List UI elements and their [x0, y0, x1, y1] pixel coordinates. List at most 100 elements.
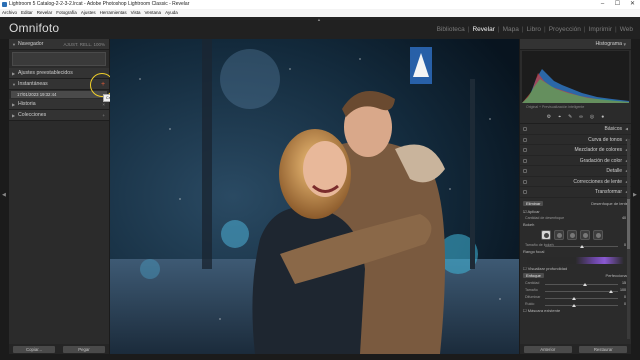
- section-label: Mezclador de colores: [574, 147, 622, 153]
- module-web[interactable]: Web: [617, 26, 636, 33]
- slider-value[interactable]: 0: [624, 294, 626, 301]
- slider-knob[interactable]: [572, 296, 577, 300]
- panel-switch-icon[interactable]: [523, 169, 527, 173]
- history-header[interactable]: ▶ Historia ×: [9, 99, 109, 110]
- histogram-graph[interactable]: [522, 51, 629, 103]
- slider-row[interactable]: Cantidad 15: [523, 280, 628, 287]
- minimize-button[interactable]: –: [595, 0, 610, 9]
- mask-checkbox-icon[interactable]: ☐: [523, 308, 527, 313]
- paste-button[interactable]: Pegar: [63, 345, 105, 353]
- slider-row[interactable]: Tamaño de bokeh 0: [523, 242, 628, 249]
- module-revelar[interactable]: Revelar: [469, 26, 497, 33]
- add-collection-icon[interactable]: +: [102, 110, 105, 121]
- section-detalle[interactable]: Detalle◀: [520, 166, 631, 177]
- bokeh-chip[interactable]: [554, 229, 564, 240]
- close-button[interactable]: ✕: [625, 0, 640, 9]
- section-label: Detalle: [606, 168, 622, 174]
- slider-knob[interactable]: [579, 244, 584, 248]
- snapshots-label: Instantáneas: [18, 81, 48, 87]
- panel-switch-icon[interactable]: [523, 190, 527, 194]
- mask-row: ☐ Máscara existente: [523, 308, 628, 314]
- left-panel-toggle-icon[interactable]: ◀: [2, 192, 6, 198]
- zoom-options[interactable]: AJUST. RELL. 100%: [63, 39, 105, 50]
- bokeh-chip[interactable]: [541, 229, 551, 240]
- reset-button[interactable]: Restaurar: [579, 345, 628, 353]
- section-transformar[interactable]: Transformar◀: [520, 187, 631, 198]
- menu-ayuda[interactable]: Ayuda: [165, 9, 178, 17]
- menu-vista[interactable]: Vista: [131, 9, 141, 17]
- slider-value[interactable]: 100: [620, 287, 626, 294]
- maximize-button[interactable]: ☐: [610, 0, 625, 9]
- slider-track[interactable]: [545, 284, 618, 285]
- section-correcciones-de-lente[interactable]: Correcciones de lente◀: [520, 177, 631, 187]
- slider-row[interactable]: Difuminar 0: [523, 294, 628, 301]
- module-imprimir[interactable]: Imprimir: [586, 26, 615, 33]
- menu-revelar[interactable]: Revelar: [37, 9, 53, 17]
- menu-editar[interactable]: Editar: [21, 9, 33, 17]
- section-gradacion-de-color[interactable]: Gradación de color◀: [520, 156, 631, 166]
- panel-switch-icon[interactable]: [523, 127, 527, 131]
- slider-knob[interactable]: [572, 303, 577, 307]
- right-panel-toggle-icon[interactable]: ▶: [633, 192, 637, 198]
- menu-ventana[interactable]: Ventana: [145, 9, 162, 17]
- previous-button[interactable]: Anterior: [523, 345, 572, 353]
- amount-slider-row[interactable]: Cantidad de desenfoque 40: [523, 215, 628, 222]
- slider-knob[interactable]: [583, 282, 588, 286]
- module-proyeccion[interactable]: Proyección: [546, 26, 584, 33]
- section-basicos[interactable]: Básicos ◀: [520, 124, 631, 135]
- menu-herramientas[interactable]: Herramientas: [100, 9, 127, 17]
- menu-fotografia[interactable]: Fotografía: [56, 9, 77, 17]
- slider-row[interactable]: Tamaño 100: [523, 287, 628, 294]
- histogram-header[interactable]: Histograma ▼: [520, 39, 631, 50]
- panel-switch-icon[interactable]: [523, 158, 527, 163]
- amount-value[interactable]: 40: [622, 215, 626, 222]
- section-mezclador-de-colores[interactable]: Mezclador de colores◀: [520, 145, 631, 156]
- module-mapa[interactable]: Mapa: [500, 26, 522, 33]
- focus-button[interactable]: Enfoque: [523, 273, 544, 278]
- tab-eliminar[interactable]: Eliminar: [523, 201, 544, 206]
- masking-icon[interactable]: ◎: [590, 114, 594, 120]
- bokeh-chip[interactable]: [593, 229, 603, 240]
- panel-switch-icon[interactable]: [523, 148, 527, 152]
- red-eye-icon[interactable]: ∞: [579, 114, 583, 120]
- slider-track[interactable]: [545, 291, 618, 292]
- bokeh-chip[interactable]: [580, 229, 590, 240]
- top-panel-toggle-icon[interactable]: ▲: [317, 17, 321, 22]
- scrollbar-thumb[interactable]: [627, 199, 630, 249]
- couple-photo: [110, 39, 519, 354]
- right-panel-scrollbar[interactable]: [627, 139, 630, 339]
- slider-value[interactable]: 0: [624, 242, 626, 249]
- section-curva-de-tonos[interactable]: Curva de tonos◀: [520, 135, 631, 145]
- visualize-checkbox-icon[interactable]: ☐: [523, 266, 527, 271]
- bokeh-chip[interactable]: [567, 229, 577, 240]
- focal-range-bar[interactable]: [527, 256, 624, 264]
- slider-row[interactable]: Ruido 0: [523, 301, 628, 308]
- slider-value[interactable]: 15: [622, 280, 626, 287]
- collections-label: Colecciones: [18, 112, 47, 118]
- history-label: Historia: [18, 101, 36, 107]
- slider-value[interactable]: 0: [624, 301, 626, 308]
- lens-blur-header: Eliminar Desenfoque de lente: [523, 200, 628, 208]
- module-libro[interactable]: Libro: [524, 26, 544, 33]
- menu-ajustes[interactable]: Ajustes: [81, 9, 96, 17]
- lens-blur-title[interactable]: Desenfoque de lente: [591, 201, 628, 206]
- menu-archivo[interactable]: Archivo: [2, 9, 17, 17]
- panel-switch-icon[interactable]: [523, 137, 527, 142]
- apply-label: Aplicar: [527, 208, 540, 214]
- add-snapshot-icon[interactable]: +: [101, 81, 105, 88]
- navigator-header[interactable]: ▼ Navegador AJUST. RELL. 100%: [9, 39, 109, 50]
- preset-icon[interactable]: ●: [601, 114, 604, 120]
- copy-button[interactable]: Copiar...: [13, 345, 55, 353]
- photo-canvas[interactable]: [110, 39, 519, 354]
- module-biblioteca[interactable]: Biblioteca: [434, 26, 468, 33]
- collections-header[interactable]: ▶ Colecciones +: [9, 110, 109, 121]
- healing-brush-icon[interactable]: ✎: [568, 114, 572, 120]
- edit-sliders-icon[interactable]: ⚙: [547, 114, 551, 120]
- panel-switch-icon[interactable]: [523, 179, 527, 184]
- menu-bar: Archivo Editar Revelar Fotografía Ajuste…: [0, 9, 640, 17]
- slider-track[interactable]: [545, 305, 618, 306]
- crop-icon[interactable]: ⌖: [558, 114, 561, 120]
- navigator-preview[interactable]: [12, 52, 106, 66]
- slider-track[interactable]: [545, 298, 618, 299]
- slider-knob[interactable]: [608, 289, 613, 293]
